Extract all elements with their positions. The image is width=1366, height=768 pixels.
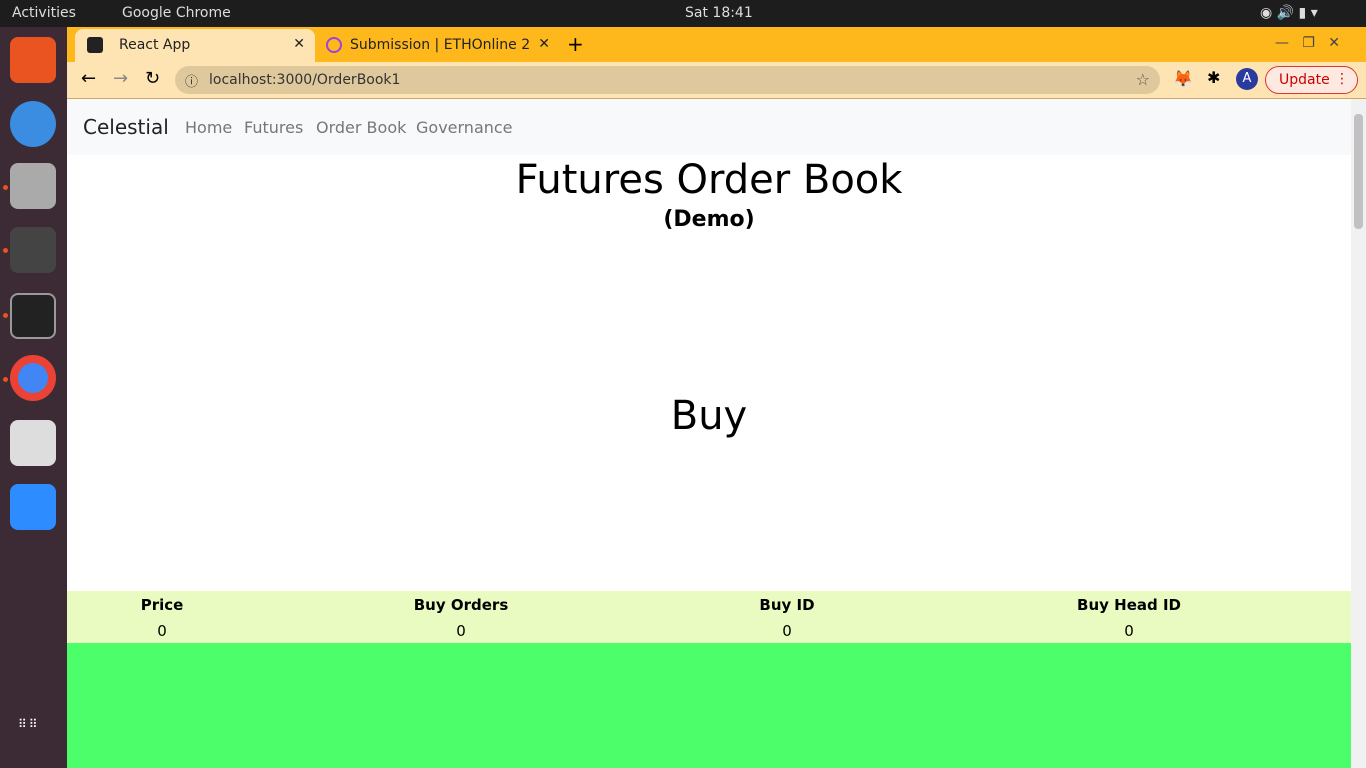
- browser-chrome: React App ✕ Submission | ETHOnline 2 ✕ + —…: [67, 27, 1366, 99]
- brand[interactable]: Celestial: [83, 115, 169, 139]
- dock: ⠿⠿: [0, 27, 67, 768]
- header-buy-orders: Buy Orders: [413, 596, 509, 614]
- terminal-icon[interactable]: [10, 293, 56, 339]
- section-heading: Buy: [670, 393, 748, 439]
- cell-buy-id: 0: [782, 622, 792, 640]
- cell-buy-head-id: 0: [1124, 622, 1134, 640]
- green-panel: [67, 643, 1351, 768]
- reload-icon[interactable]: ↻: [145, 68, 160, 89]
- url-text: localhost:3000/OrderBook1: [209, 72, 401, 88]
- page-subtitle: (Demo): [663, 207, 755, 232]
- react-icon: [87, 37, 103, 53]
- software-icon[interactable]: [10, 37, 56, 83]
- update-label: Update: [1279, 72, 1330, 88]
- tab-submission[interactable]: Submission | ETHOnline 2 ✕: [322, 29, 552, 62]
- nav-futures[interactable]: Futures: [244, 118, 303, 137]
- app-menu[interactable]: Google Chrome: [122, 5, 231, 21]
- sublime-icon[interactable]: [10, 227, 56, 273]
- order-table: Price Buy Orders Buy ID Buy Head ID 0 0 …: [67, 591, 1351, 643]
- nav-home[interactable]: Home: [185, 118, 232, 137]
- update-button[interactable]: Update ⋮: [1265, 66, 1358, 94]
- metamask-icon[interactable]: 🦊: [1173, 69, 1193, 88]
- main-content: Futures Order Book (Demo) Buy: [67, 155, 1351, 439]
- clock[interactable]: Sat 18:41: [685, 5, 753, 21]
- files-icon[interactable]: [10, 163, 56, 209]
- ethonline-icon: [326, 37, 342, 53]
- scrollbar[interactable]: [1351, 99, 1366, 768]
- page-title: Futures Order Book: [515, 157, 903, 203]
- zoom-icon[interactable]: [10, 484, 56, 530]
- extensions-icon[interactable]: ✱: [1207, 68, 1220, 87]
- system-top-bar: Activities Google Chrome Sat 18:41 ◉ 🔊 ▮…: [0, 0, 1366, 27]
- calculator-icon[interactable]: [10, 420, 56, 466]
- system-tray-icons[interactable]: ◉ 🔊 ▮ ▾: [1260, 5, 1318, 21]
- address-bar[interactable]: ⓘ localhost:3000/OrderBook1 ☆: [175, 66, 1160, 94]
- scrollbar-thumb[interactable]: [1354, 114, 1363, 229]
- header-price: Price: [140, 596, 184, 614]
- tab-label: Submission | ETHOnline 2: [350, 37, 531, 53]
- forward-icon[interactable]: →: [113, 68, 128, 89]
- activities-button[interactable]: Activities: [12, 5, 76, 21]
- menu-icon[interactable]: ⋮: [1335, 71, 1349, 87]
- help-icon[interactable]: [10, 101, 56, 147]
- nav-order-book[interactable]: Order Book: [316, 118, 406, 137]
- cell-buy-orders: 0: [456, 622, 466, 640]
- cell-price: 0: [157, 622, 167, 640]
- new-tab-button[interactable]: +: [567, 32, 584, 56]
- bookmark-star-icon[interactable]: ☆: [1136, 70, 1150, 89]
- navbar: Celestial Home Futures Order Book Govern…: [67, 99, 1351, 155]
- show-apps-icon[interactable]: ⠿⠿: [18, 717, 40, 731]
- close-tab-icon[interactable]: ✕: [538, 36, 550, 52]
- toolbar: ← → ↻ ⓘ localhost:3000/OrderBook1 ☆ 🦊 ✱ …: [67, 62, 1366, 99]
- info-icon: ⓘ: [185, 75, 199, 90]
- profile-avatar[interactable]: A: [1236, 68, 1258, 90]
- tab-label: React App: [119, 37, 191, 53]
- close-tab-icon[interactable]: ✕: [293, 36, 305, 52]
- header-buy-head-id: Buy Head ID: [1077, 596, 1181, 614]
- chrome-icon[interactable]: [10, 355, 56, 401]
- back-icon[interactable]: ←: [81, 68, 96, 89]
- tab-react-app[interactable]: React App ✕: [75, 29, 315, 62]
- window-controls[interactable]: — ❐ ✕: [1275, 35, 1340, 51]
- header-buy-id: Buy ID: [759, 596, 815, 614]
- nav-governance[interactable]: Governance: [416, 118, 513, 137]
